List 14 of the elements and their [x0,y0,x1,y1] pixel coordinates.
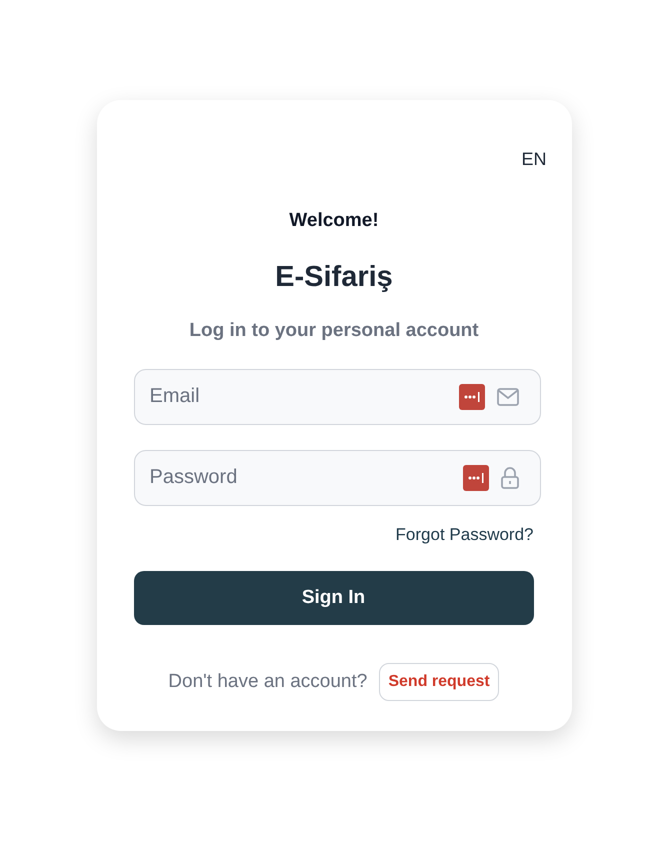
app-title: E-Sifariş [274,260,394,294]
email-field[interactable]: Email [134,368,540,424]
sign-in-button[interactable]: Sign In [134,571,534,625]
envelope-icon [496,388,518,406]
language-switcher[interactable]: EN [521,146,546,173]
password-field[interactable]: Password [134,450,540,506]
send-request-button[interactable]: Send request [379,663,499,701]
subtitle: Log in to your personal account [188,319,480,343]
greeting: Welcome! [288,209,380,233]
account-prompt: Don't have an account? [168,670,368,694]
forgot-password-link[interactable]: Forgot Password? [396,522,534,547]
password-manager-icon[interactable] [458,384,484,410]
password-manager-icon[interactable] [462,464,488,490]
lock-icon [500,466,518,488]
